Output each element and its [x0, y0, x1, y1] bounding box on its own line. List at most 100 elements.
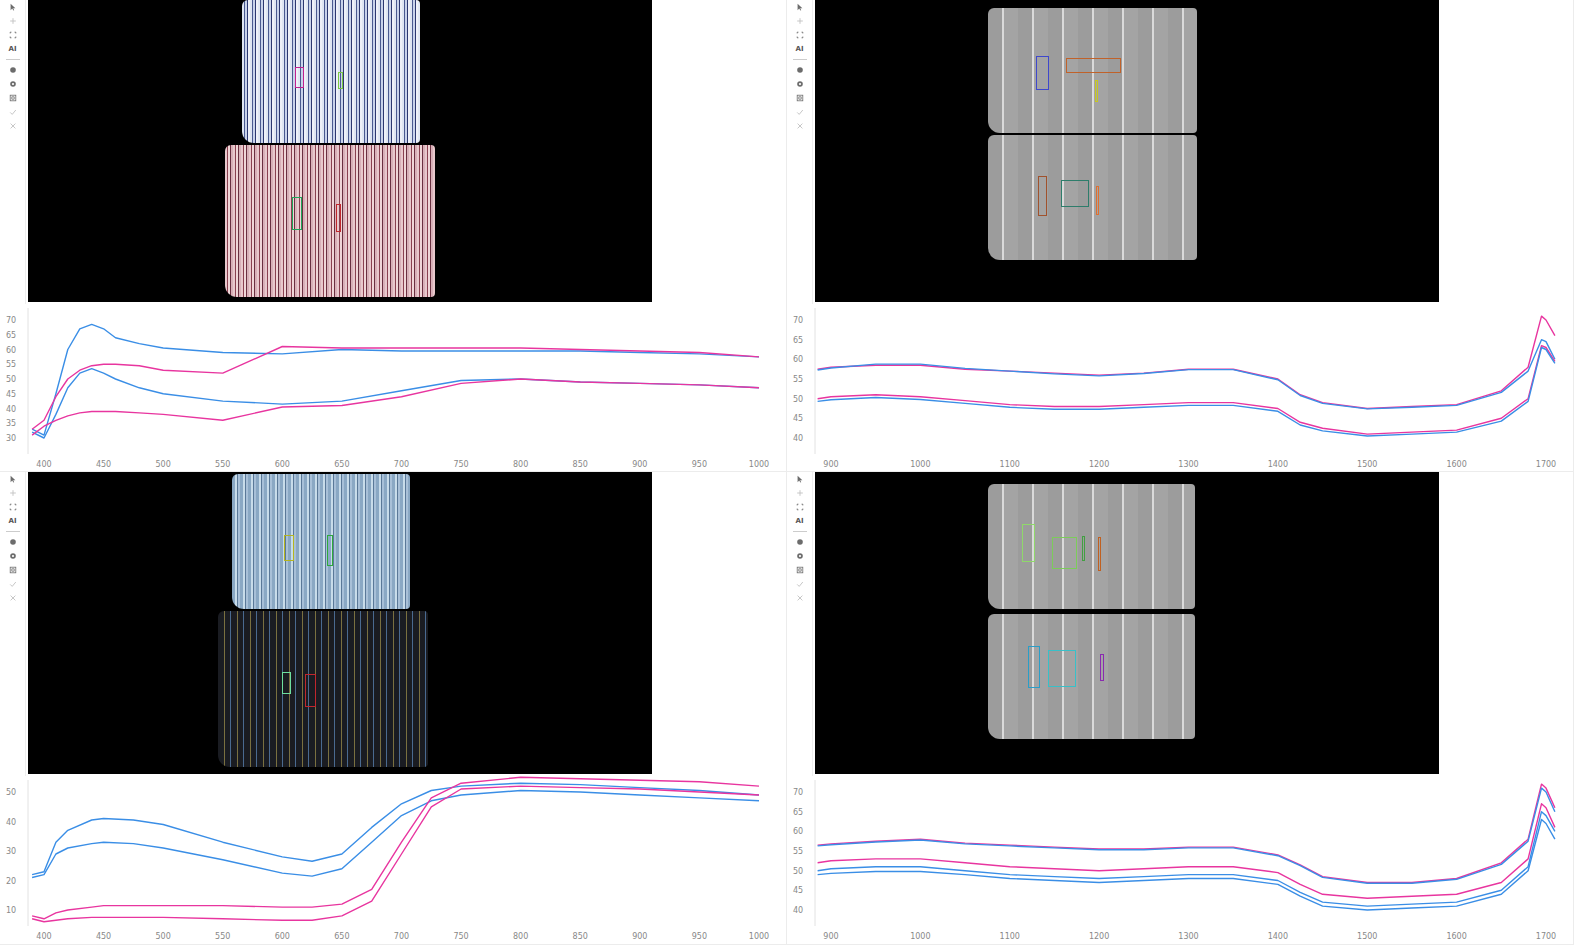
roi-box[interactable]	[1082, 536, 1085, 561]
plus-icon	[9, 489, 17, 497]
y-axis	[28, 308, 29, 454]
tool-button[interactable]	[5, 591, 21, 605]
tool-button[interactable]	[5, 0, 21, 14]
roi-box[interactable]	[1022, 524, 1035, 562]
x-tick-label: 550	[215, 932, 230, 941]
hyperspectral-image[interactable]	[815, 0, 1439, 302]
roi-box[interactable]	[1096, 186, 1099, 215]
roi-box[interactable]	[292, 197, 302, 230]
fabric-sample	[232, 474, 410, 609]
plus-icon	[796, 489, 804, 497]
tool-button[interactable]	[5, 549, 21, 563]
tool-button[interactable]	[5, 535, 21, 549]
tool-button[interactable]	[792, 486, 808, 500]
roi-box[interactable]	[1095, 80, 1098, 102]
y-tick-label: 70	[793, 316, 803, 325]
tool-button[interactable]	[792, 105, 808, 119]
plus-icon	[9, 17, 17, 25]
roi-box[interactable]	[284, 535, 294, 561]
tool-button[interactable]	[5, 28, 21, 42]
x-tick-label: 1100	[1000, 932, 1020, 941]
tool-button[interactable]	[792, 14, 808, 28]
roi-box[interactable]	[282, 672, 291, 694]
tool-button[interactable]	[5, 14, 21, 28]
x-tick-label: 800	[513, 932, 528, 941]
tool-button[interactable]	[792, 563, 808, 577]
roi-box[interactable]	[1100, 654, 1104, 681]
x-tick-label: 1600	[1446, 460, 1466, 469]
tool-button[interactable]	[5, 105, 21, 119]
check-icon	[796, 580, 804, 588]
ai-tool-button[interactable]: AI	[792, 514, 808, 528]
hyperspectral-image[interactable]	[28, 0, 652, 302]
tool-button[interactable]	[792, 500, 808, 514]
tool-button[interactable]	[5, 63, 21, 77]
tool-button[interactable]	[792, 0, 808, 14]
tool-button[interactable]	[792, 591, 808, 605]
toolbar-separator	[6, 531, 20, 532]
tool-button[interactable]	[792, 549, 808, 563]
roi-box[interactable]	[1036, 56, 1049, 90]
close-icon	[9, 122, 17, 130]
tool-button[interactable]	[792, 63, 808, 77]
x-tick-label: 1200	[1089, 932, 1109, 941]
x-tick-label: 1400	[1268, 460, 1288, 469]
toolbar: AI	[787, 0, 813, 304]
tool-button[interactable]	[792, 28, 808, 42]
roi-box[interactable]	[1061, 180, 1089, 207]
dot-icon	[796, 66, 804, 74]
ai-tool-button[interactable]: AI	[5, 42, 21, 56]
x-tick-label: 1400	[1268, 932, 1288, 941]
ai-tool-button[interactable]: AI	[5, 514, 21, 528]
hyperspectral-image[interactable]	[28, 472, 652, 774]
roi-box[interactable]	[295, 67, 304, 88]
roi-box[interactable]	[305, 674, 316, 707]
x-tick-label: 600	[275, 932, 290, 941]
tool-button[interactable]	[5, 119, 21, 133]
select-icon	[9, 503, 17, 511]
tool-button[interactable]	[5, 563, 21, 577]
select-icon	[9, 31, 17, 39]
roi-box[interactable]	[327, 535, 333, 566]
x-tick-label: 1300	[1178, 460, 1198, 469]
x-tick-label: 500	[156, 932, 171, 941]
roi-box[interactable]	[1066, 58, 1121, 73]
x-tick-label: 750	[453, 460, 468, 469]
close-icon	[796, 594, 804, 602]
tool-button[interactable]	[792, 535, 808, 549]
x-tick-label: 700	[394, 460, 409, 469]
fabric-sample	[988, 614, 1195, 739]
tool-button[interactable]	[5, 472, 21, 486]
tool-button[interactable]	[5, 91, 21, 105]
cursor-icon	[796, 475, 804, 483]
roi-box[interactable]	[338, 72, 343, 89]
toolbar: AI	[787, 472, 813, 776]
tool-button[interactable]	[5, 486, 21, 500]
close-icon	[9, 594, 17, 602]
roi-box[interactable]	[336, 204, 341, 232]
ai-tool-button[interactable]: AI	[792, 42, 808, 56]
y-tick-label: 30	[6, 434, 16, 443]
x-tick-label: 450	[96, 932, 111, 941]
tool-button[interactable]	[792, 577, 808, 591]
tool-button[interactable]	[792, 91, 808, 105]
roi-box[interactable]	[1098, 537, 1101, 571]
tool-button[interactable]	[5, 577, 21, 591]
x-tick-label: 550	[215, 460, 230, 469]
tool-button[interactable]	[792, 119, 808, 133]
y-tick-label: 60	[793, 355, 803, 364]
tool-button[interactable]	[5, 77, 21, 91]
roi-box[interactable]	[1052, 537, 1077, 569]
y-tick-label: 70	[793, 788, 803, 797]
tool-button[interactable]	[792, 472, 808, 486]
hyperspectral-image[interactable]	[815, 472, 1439, 774]
roi-box[interactable]	[1038, 176, 1047, 216]
spectrum-chart: 4045505560657090010001100120013001400150…	[787, 776, 1574, 944]
spectrum-line	[32, 379, 759, 435]
tool-button[interactable]	[5, 500, 21, 514]
roi-box[interactable]	[1048, 650, 1076, 687]
y-tick-label: 10	[6, 906, 16, 915]
roi-box[interactable]	[1028, 646, 1040, 688]
tool-button[interactable]	[792, 77, 808, 91]
toolbar-separator	[793, 531, 807, 532]
